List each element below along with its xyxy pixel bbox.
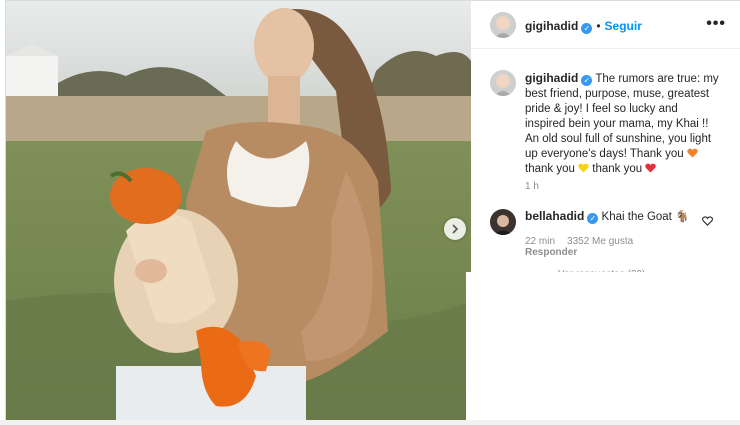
caption-line: thank you — [525, 163, 575, 175]
comment-text: Khai the Goat 🐐 — [601, 211, 690, 223]
comment-likes[interactable]: 3352 Me gusta — [567, 236, 633, 247]
photo-illustration — [6, 1, 471, 421]
verified-badge-icon: ✓ — [581, 75, 593, 86]
reply-button[interactable]: Responder — [525, 247, 577, 258]
caption-line: inspired bein your mama, my Khai !! — [525, 118, 709, 130]
author-avatar[interactable] — [490, 12, 516, 38]
chevron-right-icon — [452, 224, 459, 234]
caption-avatar[interactable] — [490, 70, 516, 96]
next-photo-button[interactable] — [444, 218, 466, 240]
post-time[interactable]: 1 h — [525, 181, 539, 192]
caption-line: best friend, purpose, muse, greatest — [525, 88, 710, 100]
caption-line: pride & joy! I feel so lucky and — [525, 103, 678, 115]
caption-line: An old soul full of sunshine, you light — [525, 133, 712, 145]
caption-username[interactable]: gigihadid — [525, 71, 578, 85]
red-heart-icon — [645, 163, 657, 173]
verified-badge-icon: ✓ — [587, 213, 599, 224]
comment-like-button[interactable] — [702, 213, 713, 231]
post-caption: gigihadid ✓ The rumors are true: my best … — [525, 71, 730, 177]
commenter-avatar[interactable] — [490, 209, 516, 235]
separator-dot: • — [596, 19, 601, 33]
orange-heart-icon — [687, 148, 698, 158]
commenter-username[interactable]: bellahadid — [525, 209, 584, 223]
caption-line: The rumors are true: my — [595, 73, 719, 85]
comment-meta: 22 min 3352 Me gusta — [525, 236, 645, 247]
caption-line: thank you — [592, 163, 643, 175]
comment-body: bellahadid ✓ Khai the Goat 🐐 — [525, 209, 715, 225]
verified-badge-icon: ✓ — [581, 23, 593, 34]
blank-overlay — [466, 272, 740, 425]
more-options-button[interactable]: ••• — [706, 15, 726, 33]
follow-button[interactable]: Seguir — [605, 19, 642, 33]
heart-outline-icon — [702, 216, 713, 226]
comment-time[interactable]: 22 min — [525, 236, 555, 247]
author-username[interactable]: gigihadid — [525, 19, 578, 33]
post-header: gigihadid ✓ • Seguir ••• — [472, 1, 740, 49]
header-user-line: gigihadid ✓ • Seguir — [525, 17, 642, 35]
post-photo[interactable] — [6, 1, 471, 421]
caption-line: up everyone's days! Thank you — [525, 148, 684, 160]
bottom-strip — [0, 420, 740, 425]
yellow-heart-icon — [578, 163, 589, 173]
